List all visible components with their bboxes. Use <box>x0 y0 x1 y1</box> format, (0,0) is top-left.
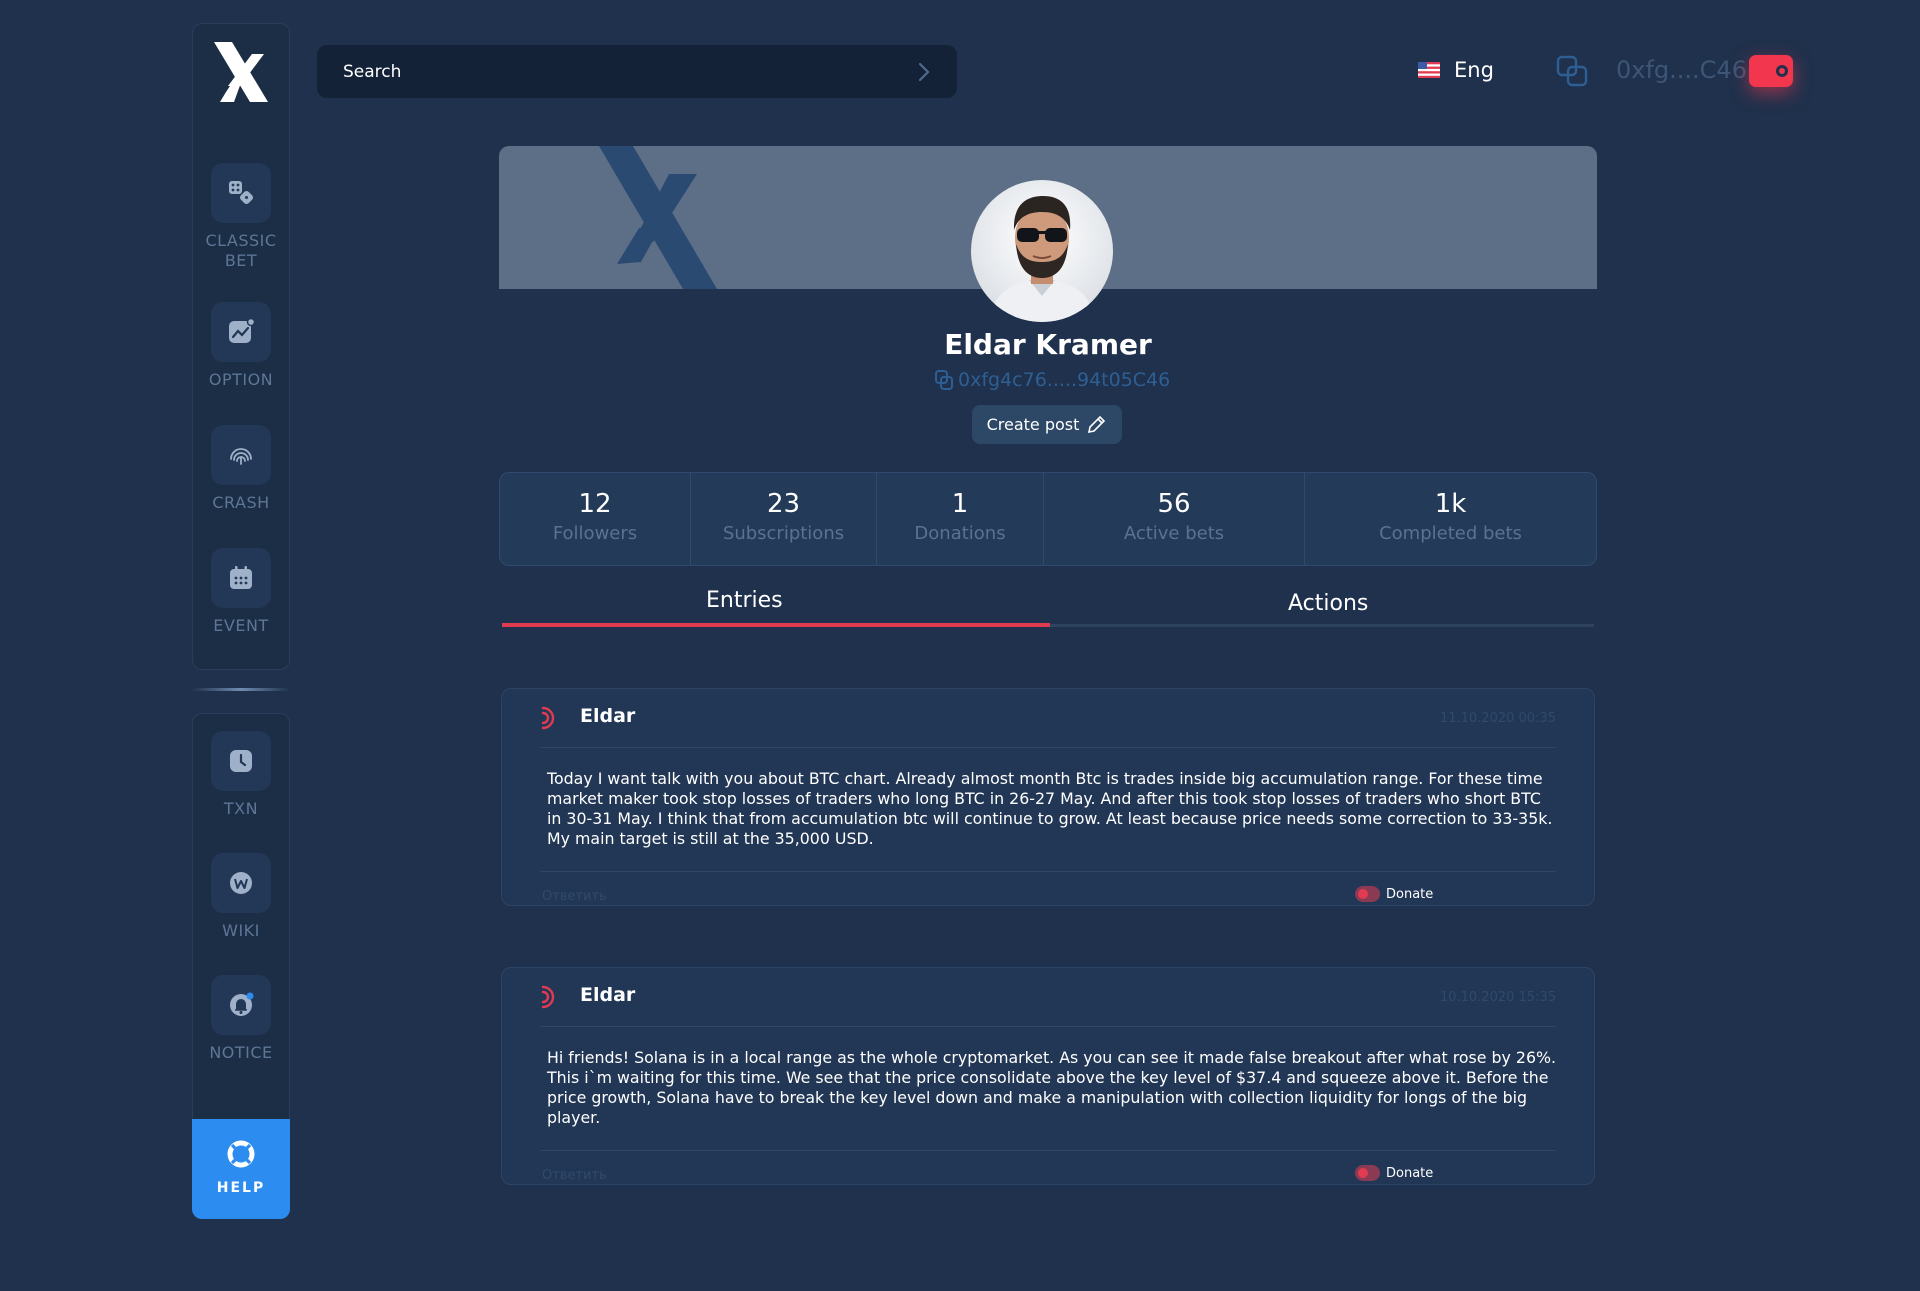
post-avatar-icon <box>541 985 555 1009</box>
post-card: Eldar 10.10.2020 15:35 Hi friends! Solan… <box>501 967 1595 1185</box>
tab-entries[interactable]: Entries <box>706 588 783 613</box>
tab-active-indicator <box>502 623 1050 627</box>
sidebar-item-wiki[interactable]: WIKI <box>192 853 290 941</box>
donate-label: Donate <box>1386 886 1434 902</box>
sidebar-item-notice[interactable]: NOTICE <box>192 975 290 1063</box>
banner-logo-watermark <box>599 146 717 289</box>
language-selector[interactable]: Eng <box>1418 58 1494 82</box>
sidebar-item-crash[interactable]: CRASH <box>192 425 290 513</box>
post-author[interactable]: Eldar <box>580 705 635 727</box>
profile-stats: 12 Followers 23 Subscriptions 1 Donation… <box>499 472 1597 566</box>
dice-icon <box>211 163 271 223</box>
stat-active-bets[interactable]: 56 Active bets <box>1044 473 1304 565</box>
stat-subscriptions[interactable]: 23 Subscriptions <box>691 473 876 565</box>
donate-toggle-icon <box>1355 1165 1380 1181</box>
wiki-icon <box>211 853 271 913</box>
sidebar-item-event[interactable]: EVENT <box>192 548 290 636</box>
donate-button[interactable]: Donate <box>1355 886 1433 902</box>
reply-link[interactable]: Ответить <box>542 1168 607 1183</box>
post-card: Eldar 11.10.2020 00:35 Today I want talk… <box>501 688 1595 906</box>
sidebar-item-classic-bet[interactable]: CLASSIC BET <box>192 163 290 271</box>
post-avatar-icon <box>541 706 555 730</box>
sidebar-item-label: CLASSIC BET <box>205 231 277 270</box>
lifebuoy-icon <box>227 1140 255 1168</box>
app-logo[interactable] <box>212 40 270 104</box>
search-placeholder: Search <box>343 61 402 82</box>
search-input[interactable]: Search <box>317 45 957 98</box>
wallet-address: 0xfg....C46 <box>1616 56 1747 84</box>
post-date: 11.10.2020 00:35 <box>1439 711 1556 726</box>
stat-value: 23 <box>766 489 801 519</box>
sidebar-item-label: EVENT <box>213 616 269 635</box>
post-text: Hi friends! Solana is in a local range a… <box>547 1048 1557 1127</box>
create-post-button[interactable]: Create post <box>972 405 1122 444</box>
stat-label: Completed bets <box>1379 523 1522 544</box>
tab-actions[interactable]: Actions <box>1288 591 1368 616</box>
post-author[interactable]: Eldar <box>580 984 635 1006</box>
stat-label: Followers <box>552 523 638 544</box>
post-text: Today I want talk with you about BTC cha… <box>547 769 1553 848</box>
stat-label: Subscriptions <box>722 523 845 544</box>
stat-followers[interactable]: 12 Followers <box>500 473 690 565</box>
help-label: HELP <box>216 1180 266 1196</box>
profile-name: Eldar Kramer <box>944 328 1152 361</box>
profile-address: 0xfg4c76.....94t05C46 <box>958 369 1171 391</box>
bell-icon <box>211 975 271 1035</box>
stat-label: Donations <box>914 523 1006 544</box>
stat-completed-bets[interactable]: 1k Completed bets <box>1305 473 1596 565</box>
post-divider <box>540 1150 1556 1151</box>
chevron-right-icon[interactable] <box>917 61 931 83</box>
donate-button[interactable]: Donate <box>1355 1165 1433 1181</box>
sidebar-item-label: OPTION <box>208 370 274 389</box>
sidebar-item-label: WIKI <box>222 921 260 940</box>
help-button[interactable]: HELP <box>192 1119 290 1219</box>
stat-value: 1k <box>1434 489 1467 519</box>
pencil-icon <box>1088 415 1106 433</box>
stat-value: 56 <box>1157 489 1191 519</box>
reply-link[interactable]: Ответить <box>542 889 607 904</box>
sidebar-item-label: CRASH <box>212 493 270 512</box>
stat-label: Active bets <box>1123 523 1225 544</box>
stat-value: 12 <box>578 489 612 519</box>
stat-value: 1 <box>951 489 969 519</box>
create-post-label: Create post <box>986 415 1080 434</box>
post-divider <box>540 871 1556 872</box>
us-flag-icon <box>1418 62 1440 78</box>
sidebar-item-txn[interactable]: TXN <box>192 731 290 819</box>
post-date: 10.10.2020 15:35 <box>1439 990 1556 1005</box>
sidebar-item-label: NOTICE <box>209 1043 273 1062</box>
sidebar-item-label: TXN <box>223 799 259 818</box>
post-divider <box>540 747 1556 748</box>
copy-icon[interactable] <box>934 369 954 391</box>
wallet-icon[interactable] <box>1749 55 1793 87</box>
stat-donations[interactable]: 1 Donations <box>877 473 1043 565</box>
copy-icon[interactable] <box>1555 54 1589 88</box>
sidebar-divider <box>192 688 290 691</box>
language-label: Eng <box>1454 58 1494 82</box>
donate-toggle-icon <box>1355 886 1380 902</box>
donate-label: Donate <box>1386 1165 1434 1181</box>
post-divider <box>540 1026 1556 1027</box>
fingerprint-icon <box>211 425 271 485</box>
avatar[interactable] <box>971 180 1113 322</box>
profile-address-row[interactable]: 0xfg4c76.....94t05C46 <box>934 369 1170 391</box>
clock-icon <box>211 731 271 791</box>
calendar-icon <box>211 548 271 608</box>
